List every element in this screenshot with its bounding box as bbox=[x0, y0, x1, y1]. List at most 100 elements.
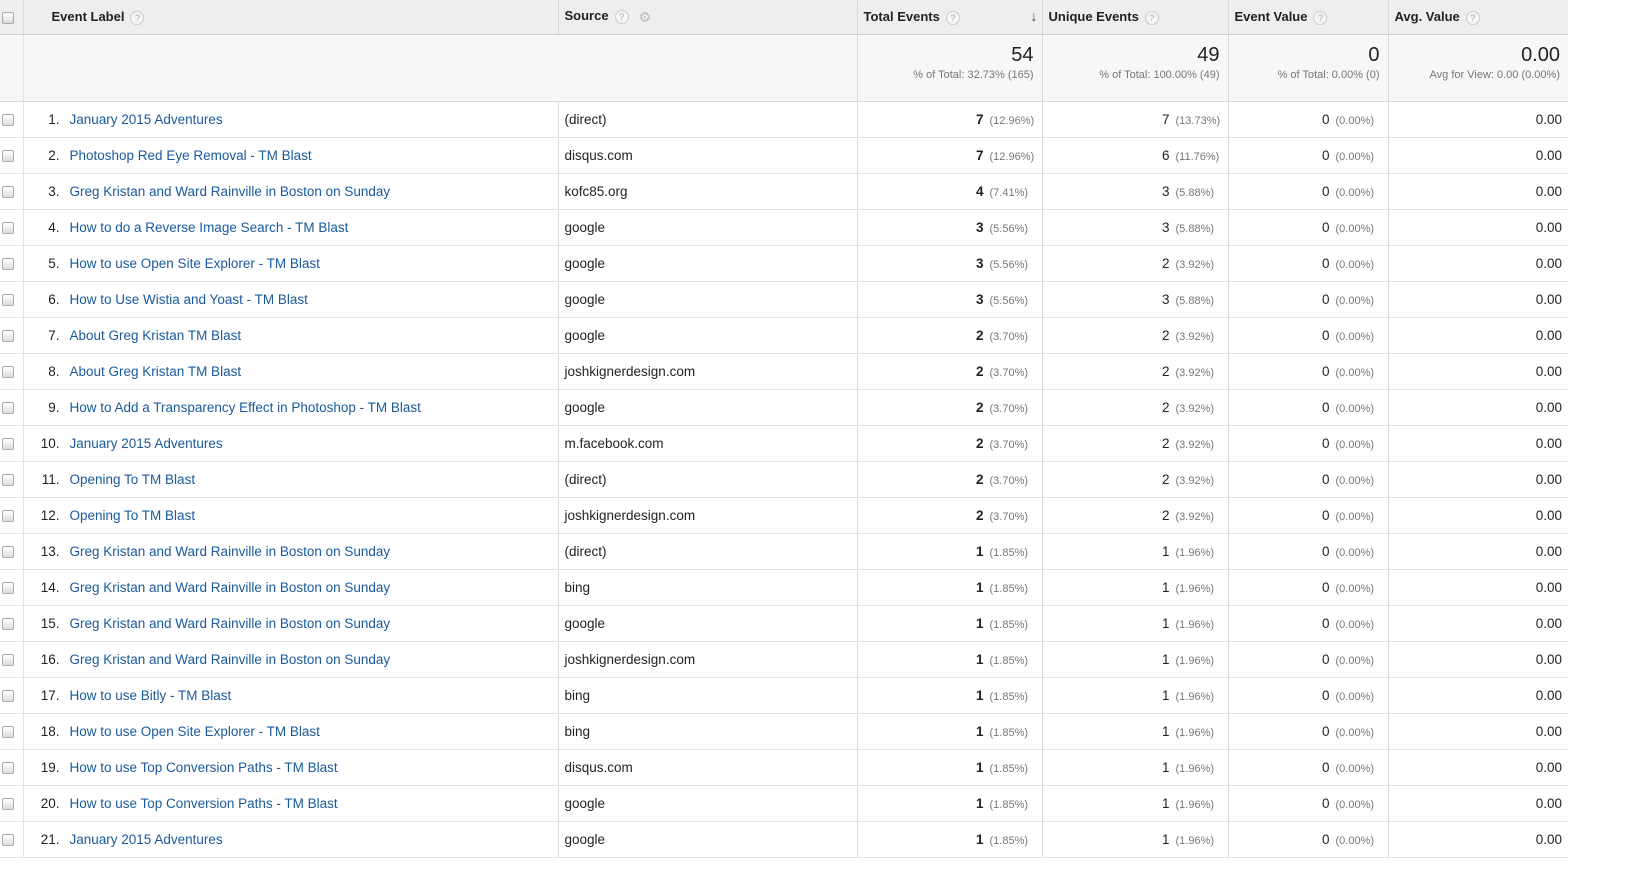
event-value-cell: 0 (0.00%) bbox=[1228, 641, 1389, 678]
event-label-link[interactable]: Greg Kristan and Ward Rainville in Bosto… bbox=[70, 184, 391, 199]
event-label-link[interactable]: January 2015 Adventures bbox=[70, 112, 223, 127]
avg-value-cell: 0.00 bbox=[1388, 677, 1568, 714]
header-source[interactable]: Source? ⚙ bbox=[558, 0, 858, 35]
header-total-events[interactable]: Total Events? ↓ bbox=[857, 0, 1043, 35]
event-label-link[interactable]: How to Use Wistia and Yoast - TM Blast bbox=[70, 292, 308, 307]
event-label-link[interactable]: Greg Kristan and Ward Rainville in Bosto… bbox=[70, 652, 391, 667]
event-value-cell: 0 (0.00%) bbox=[1228, 713, 1389, 750]
row-checkbox-icon[interactable] bbox=[2, 654, 14, 667]
total-events-value: 4 bbox=[975, 184, 984, 199]
event-label-link[interactable]: January 2015 Adventures bbox=[70, 832, 223, 847]
total-events-cell: 1 (1.85%) bbox=[857, 749, 1043, 786]
avg-value-cell: 0.00 bbox=[1388, 281, 1568, 318]
event-value-cell: 0 (0.00%) bbox=[1228, 533, 1389, 570]
row-checkbox-icon[interactable] bbox=[2, 582, 14, 595]
row-checkbox-icon[interactable] bbox=[2, 294, 14, 307]
row-checkbox-icon[interactable] bbox=[2, 402, 14, 415]
total-events-value: 3 bbox=[975, 256, 984, 271]
unique-events-cell: 1 (1.96%) bbox=[1042, 641, 1229, 678]
help-icon[interactable]: ? bbox=[1465, 10, 1480, 25]
event-label-link[interactable]: How to do a Reverse Image Search - TM Bl… bbox=[70, 220, 349, 235]
row-checkbox-icon[interactable] bbox=[2, 150, 14, 163]
help-icon[interactable]: ? bbox=[945, 10, 960, 25]
event-label-link[interactable]: How to use Open Site Explorer - TM Blast bbox=[70, 256, 320, 271]
avg-value-cell: 0.00 bbox=[1388, 569, 1568, 606]
event-label-link[interactable]: January 2015 Adventures bbox=[70, 436, 223, 451]
row-checkbox-icon[interactable] bbox=[2, 690, 14, 703]
unique-events-cell: 7 (13.73%) bbox=[1042, 101, 1229, 138]
row-checkbox-icon[interactable] bbox=[2, 474, 14, 487]
row-checkbox-icon[interactable] bbox=[2, 834, 14, 847]
total-events-percent: (1.85%) bbox=[989, 583, 1029, 595]
event-value-value: 0 bbox=[1321, 616, 1330, 631]
event-label-link[interactable]: How to Add a Transparency Effect in Phot… bbox=[70, 400, 421, 415]
event-label-cell: 18. How to use Open Site Explorer - TM Bl… bbox=[23, 713, 558, 750]
help-icon[interactable]: ? bbox=[130, 10, 145, 25]
event-value-percent: (0.00%) bbox=[1335, 763, 1375, 775]
source-cell: (direct) bbox=[557, 461, 858, 498]
event-value-value: 0 bbox=[1321, 796, 1330, 811]
unique-events-cell: 1 (1.96%) bbox=[1042, 605, 1229, 642]
row-checkbox-icon[interactable] bbox=[2, 258, 14, 271]
event-label-link[interactable]: How to use Top Conversion Paths - TM Bla… bbox=[70, 760, 338, 775]
select-all-checkbox-icon[interactable] bbox=[2, 12, 14, 25]
header-event-label[interactable]: Event Label? bbox=[23, 0, 559, 35]
event-label-link[interactable]: About Greg Kristan TM Blast bbox=[70, 328, 242, 343]
event-value-value: 0 bbox=[1321, 328, 1330, 343]
avg-value-cell: 0.00 bbox=[1388, 317, 1568, 354]
row-checkbox-icon[interactable] bbox=[2, 222, 14, 235]
unique-events-percent: (1.96%) bbox=[1175, 655, 1215, 667]
event-label-link[interactable]: Photoshop Red Eye Removal - TM Blast bbox=[70, 148, 312, 163]
header-event-value[interactable]: Event Value? bbox=[1228, 0, 1389, 35]
unique-events-value: 2 bbox=[1161, 436, 1170, 451]
row-checkbox-icon[interactable] bbox=[2, 330, 14, 343]
help-icon[interactable]: ? bbox=[614, 10, 629, 25]
header-unique-events[interactable]: Unique Events? bbox=[1042, 0, 1229, 35]
help-icon[interactable]: ? bbox=[1313, 10, 1328, 25]
row-select-cell bbox=[0, 353, 24, 390]
event-label-cell: 14. Greg Kristan and Ward Rainville in Bo… bbox=[23, 569, 558, 606]
row-number: 13. bbox=[40, 544, 60, 559]
row-checkbox-icon[interactable] bbox=[2, 546, 14, 559]
event-label-link[interactable]: Greg Kristan and Ward Rainville in Bosto… bbox=[70, 580, 391, 595]
table-row: 9. How to Add a Transparency Effect in Ph… bbox=[0, 389, 1568, 426]
unique-events-percent: (5.88%) bbox=[1175, 223, 1215, 235]
unique-events-value: 7 bbox=[1161, 112, 1170, 127]
help-icon[interactable]: ? bbox=[1144, 10, 1159, 25]
row-number: 9. bbox=[48, 400, 60, 415]
row-checkbox-icon[interactable] bbox=[2, 798, 14, 811]
unique-events-value: 1 bbox=[1161, 652, 1170, 667]
row-checkbox-icon[interactable] bbox=[2, 366, 14, 379]
avg-value-cell: 0.00 bbox=[1388, 101, 1568, 138]
row-number: 15. bbox=[40, 616, 60, 631]
row-number: 16. bbox=[40, 652, 60, 667]
unique-events-value: 2 bbox=[1161, 508, 1170, 523]
row-checkbox-icon[interactable] bbox=[2, 510, 14, 523]
row-checkbox-icon[interactable] bbox=[2, 438, 14, 451]
event-value-value: 0 bbox=[1321, 544, 1330, 559]
gear-icon[interactable]: ⚙ bbox=[639, 9, 652, 26]
event-label-link[interactable]: How to use Open Site Explorer - TM Blast bbox=[70, 724, 320, 739]
table-row: 1. January 2015 Adventures (direct) 7 (12.96… bbox=[0, 101, 1568, 138]
event-label-link[interactable]: About Greg Kristan TM Blast bbox=[70, 364, 242, 379]
table-row: 20. How to use Top Conversion Paths - TM … bbox=[0, 785, 1568, 822]
event-label-link[interactable]: How to use Bitly - TM Blast bbox=[70, 688, 232, 703]
event-label-link[interactable]: Opening To TM Blast bbox=[70, 508, 196, 523]
row-checkbox-icon[interactable] bbox=[2, 114, 14, 127]
event-label-link[interactable]: Opening To TM Blast bbox=[70, 472, 196, 487]
row-checkbox-icon[interactable] bbox=[2, 186, 14, 199]
source-cell: google bbox=[557, 281, 858, 318]
unique-events-value: 1 bbox=[1161, 796, 1170, 811]
event-label-link[interactable]: Greg Kristan and Ward Rainville in Bosto… bbox=[70, 544, 391, 559]
row-checkbox-icon[interactable] bbox=[2, 762, 14, 775]
total-events-cell: 1 (1.85%) bbox=[857, 605, 1043, 642]
row-select-cell bbox=[0, 713, 24, 750]
event-label-link[interactable]: Greg Kristan and Ward Rainville in Bosto… bbox=[70, 616, 391, 631]
header-avg-value[interactable]: Avg. Value? bbox=[1388, 0, 1568, 35]
row-checkbox-icon[interactable] bbox=[2, 726, 14, 739]
sort-down-arrow-icon[interactable]: ↓ bbox=[1031, 8, 1038, 24]
total-events-cell: 1 (1.85%) bbox=[857, 641, 1043, 678]
total-events-percent: (5.56%) bbox=[989, 223, 1029, 235]
row-checkbox-icon[interactable] bbox=[2, 618, 14, 631]
event-label-link[interactable]: How to use Top Conversion Paths - TM Bla… bbox=[70, 796, 338, 811]
